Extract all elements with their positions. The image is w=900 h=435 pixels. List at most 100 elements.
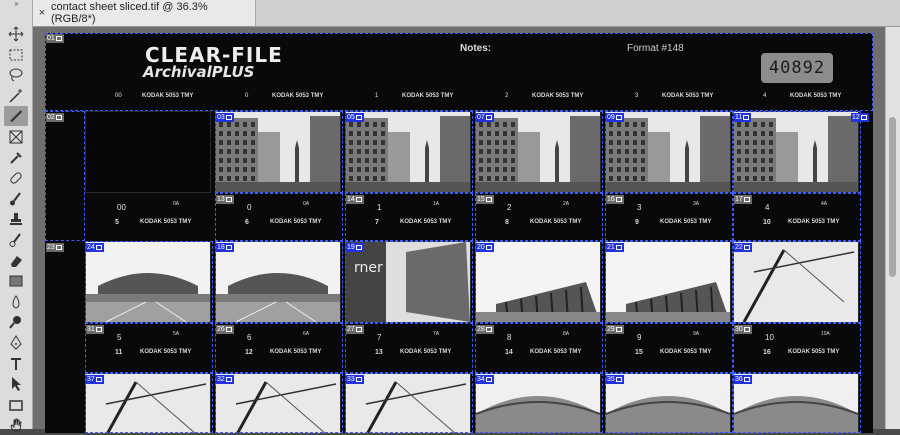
- slice-label[interactable]: 24: [86, 243, 104, 252]
- slice-label[interactable]: 07: [476, 113, 494, 122]
- slice-guide: [733, 323, 861, 373]
- healing-tool[interactable]: [4, 168, 28, 188]
- frame-arrow-label: 3A: [693, 201, 700, 207]
- slice-guide: [215, 323, 343, 373]
- strip2-photo[interactable]: rner: [345, 241, 471, 323]
- slice-tool[interactable]: [4, 106, 28, 127]
- top-frame-number: 3: [635, 93, 639, 99]
- panel-grip-icon[interactable]: ››: [0, 0, 32, 8]
- slice-label[interactable]: 28: [476, 325, 494, 334]
- slice-label[interactable]: 11: [734, 113, 752, 122]
- slice-label[interactable]: 09: [606, 113, 624, 122]
- strip2-photo[interactable]: [85, 241, 211, 323]
- slice-label[interactable]: 37: [86, 375, 104, 384]
- slice-image-icon: [743, 377, 750, 382]
- strip2-photo[interactable]: [475, 241, 601, 323]
- slice-number: 21: [607, 244, 615, 251]
- strip3-photo[interactable]: [215, 373, 341, 433]
- magic-wand-icon: [9, 88, 22, 103]
- marquee-tool[interactable]: [4, 45, 28, 65]
- frame-caption-number: 14: [505, 349, 513, 356]
- slice-label[interactable]: 03: [216, 113, 234, 122]
- healing-icon: [10, 172, 22, 184]
- slice-label[interactable]: 33: [346, 375, 364, 384]
- strip1-photo[interactable]: [215, 111, 341, 193]
- slice-image-icon: [225, 115, 232, 120]
- dodge-tool[interactable]: [4, 312, 28, 332]
- slice-label[interactable]: 36: [734, 375, 752, 384]
- strip3-photo[interactable]: [85, 373, 211, 433]
- top-frame-number: 1: [375, 93, 379, 99]
- strip1-photo[interactable]: [733, 111, 859, 193]
- top-film-label: KODAK 5053 TMY: [402, 93, 454, 99]
- slice-image-icon: [355, 197, 362, 202]
- strip3-photo[interactable]: [475, 373, 601, 433]
- slice-label[interactable]: 29: [606, 325, 624, 334]
- crop-tool[interactable]: [4, 127, 28, 147]
- magic-wand-tool[interactable]: [4, 86, 28, 106]
- slice-label[interactable]: 02: [46, 113, 64, 122]
- strip1-photo[interactable]: [475, 111, 601, 193]
- brush-tool[interactable]: [4, 189, 28, 209]
- strip2-photo[interactable]: [733, 241, 859, 323]
- slice-label[interactable]: 32: [216, 375, 234, 384]
- document-tab[interactable]: × contact sheet sliced.tif @ 36.3% (RGB/…: [33, 0, 256, 26]
- strip1-photo[interactable]: [85, 111, 211, 193]
- strip2-photo[interactable]: [215, 241, 341, 323]
- slice-label[interactable]: 30: [734, 325, 752, 334]
- close-tab-icon[interactable]: ×: [33, 7, 51, 19]
- blur-tool[interactable]: [4, 292, 28, 312]
- slice-label[interactable]: 21: [606, 243, 624, 252]
- slice-label[interactable]: 26: [216, 325, 234, 334]
- contact-sheet-image[interactable]: CLEAR-FILE ArchivalPLUS Notes: Format #1…: [45, 33, 873, 433]
- slice-label[interactable]: 01: [46, 34, 64, 43]
- slice-label[interactable]: 22: [734, 243, 752, 252]
- slice-label[interactable]: 05: [346, 113, 364, 122]
- strip1-photo[interactable]: [345, 111, 471, 193]
- slice-label[interactable]: 13: [216, 195, 234, 204]
- slice-label[interactable]: 16: [606, 195, 624, 204]
- strip3-photo[interactable]: [605, 373, 731, 433]
- slice-label[interactable]: 31: [86, 325, 104, 334]
- strip1-photo[interactable]: [605, 111, 731, 193]
- film-stock-label: KODAK 5053 TMY: [140, 219, 192, 225]
- slice-label[interactable]: 14: [346, 195, 364, 204]
- strip2-photo[interactable]: [605, 241, 731, 323]
- slice-guide: [475, 323, 603, 373]
- scrollbar-thumb[interactable]: [889, 117, 896, 277]
- slice-label[interactable]: 27: [346, 325, 364, 334]
- slice-label[interactable]: 34: [476, 375, 494, 384]
- path-select-tool[interactable]: [4, 374, 28, 394]
- vertical-scrollbar[interactable]: [885, 27, 900, 429]
- move-tool[interactable]: [4, 24, 28, 44]
- slice-label[interactable]: 19: [346, 243, 364, 252]
- eraser-tool[interactable]: [4, 251, 28, 271]
- lasso-tool[interactable]: [4, 65, 28, 85]
- gradient-tool[interactable]: [4, 271, 28, 291]
- slice-label[interactable]: 35: [606, 375, 624, 384]
- slice-label[interactable]: 15: [476, 195, 494, 204]
- brush-icon: [10, 192, 21, 206]
- slice-label[interactable]: 18: [216, 243, 234, 252]
- notes-label: Notes:: [460, 43, 492, 54]
- stamp-tool[interactable]: [4, 209, 28, 229]
- top-film-label: KODAK 5053 TMY: [790, 93, 842, 99]
- rectangle-tool[interactable]: [4, 395, 28, 415]
- strip3-photo[interactable]: [733, 373, 859, 433]
- slice-number: 26: [217, 326, 225, 333]
- canvas-area[interactable]: CLEAR-FILE ArchivalPLUS Notes: Format #1…: [33, 27, 886, 433]
- eyedropper-tool[interactable]: [4, 148, 28, 168]
- slice-label[interactable]: 12: [851, 113, 869, 122]
- slice-number: 01: [47, 35, 55, 42]
- slice-image-icon: [225, 245, 232, 250]
- marquee-icon: [9, 49, 23, 61]
- type-tool[interactable]: [4, 354, 28, 374]
- slice-label[interactable]: 17: [734, 195, 752, 204]
- slice-label[interactable]: 23: [46, 243, 64, 252]
- pen-tool[interactable]: [4, 333, 28, 353]
- slice-label[interactable]: 20: [476, 243, 494, 252]
- slice-number: 13: [217, 196, 225, 203]
- history-brush-tool[interactable]: [4, 230, 28, 250]
- strip3-photo[interactable]: [345, 373, 471, 433]
- hand-tool[interactable]: [4, 415, 28, 435]
